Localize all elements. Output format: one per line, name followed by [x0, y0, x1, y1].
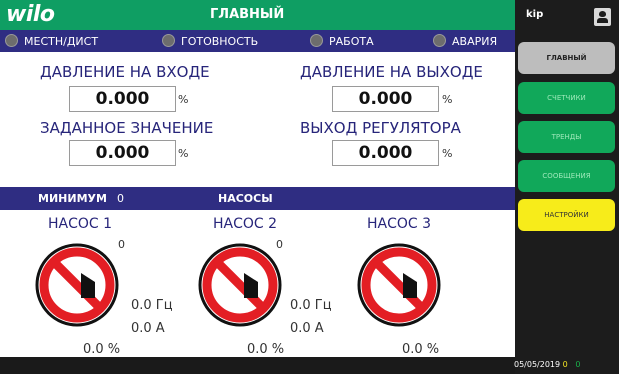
pumps-title: НАСОСЫ: [218, 192, 273, 205]
footer-value-2: 0: [575, 360, 581, 369]
status-indicator-icon: [310, 34, 323, 47]
user-icon[interactable]: [594, 8, 611, 26]
outlet-pressure-label: ДАВЛЕНИЕ НА ВЫХОДЕ: [300, 63, 483, 81]
nav-main[interactable]: ГЛАВНЫЙ: [518, 42, 615, 74]
header-bar: wilo ГЛАВНЫЙ: [0, 0, 515, 30]
regulator-output-value[interactable]: 0.000: [332, 140, 439, 166]
status-indicator-icon: [162, 34, 175, 47]
status-bar: МЕСТН/ДИСТ ГОТОВНОСТЬ РАБОТА АВАРИЯ: [0, 30, 515, 52]
minimum-label: МИНИМУМ: [38, 192, 107, 205]
outlet-pressure-value[interactable]: 0.000: [332, 86, 439, 112]
pump-3-stopped-icon[interactable]: [355, 241, 443, 329]
pump-3-percent: 0.0 %: [402, 342, 440, 357]
pump-1-percent: 0.0 %: [83, 342, 121, 357]
setpoint-unit: %: [178, 147, 189, 160]
inlet-pressure-value[interactable]: 0.000: [69, 86, 176, 112]
status-label: МЕСТН/ДИСТ: [24, 35, 99, 48]
nav-counters[interactable]: СЧЕТЧИКИ: [518, 82, 615, 114]
setpoint-label: ЗАДАННОЕ ЗНАЧЕНИЕ: [40, 119, 214, 137]
user-name: kip: [526, 9, 544, 20]
pump-2-stopped-icon[interactable]: [196, 241, 284, 329]
status-indicator-icon: [5, 34, 18, 47]
regulator-output-unit: %: [442, 147, 453, 160]
inlet-pressure-label: ДАВЛЕНИЕ НА ВХОДЕ: [40, 63, 210, 81]
pump-1-name: НАСОС 1: [48, 216, 113, 232]
status-ready: ГОТОВНОСТЬ: [162, 34, 258, 48]
footer-status: 05/05/2019 0 0: [514, 360, 580, 369]
status-local-remote: МЕСТН/ДИСТ: [5, 34, 98, 48]
status-label: ГОТОВНОСТЬ: [181, 35, 259, 48]
outlet-pressure-unit: %: [442, 93, 453, 106]
bottom-band: [0, 357, 515, 374]
status-running: РАБОТА: [310, 34, 374, 48]
status-alarm: АВАРИЯ: [433, 34, 497, 48]
nav-messages[interactable]: СООБЩЕНИЯ: [518, 160, 615, 192]
wilo-logo: wilo: [6, 2, 55, 27]
status-indicator-icon: [433, 34, 446, 47]
regulator-output-label: ВЫХОД РЕГУЛЯТОРА: [300, 119, 461, 137]
pump-1-stopped-icon[interactable]: [33, 241, 121, 329]
minimum-value: 0: [117, 192, 124, 205]
nav-settings[interactable]: НАСТРОЙКИ: [518, 199, 615, 231]
pump-2-frequency: 0.0 Гц: [290, 298, 332, 313]
pump-2-percent: 0.0 %: [247, 342, 285, 357]
status-label: АВАРИЯ: [452, 35, 498, 48]
inlet-pressure-unit: %: [178, 93, 189, 106]
main-panel: wilo ГЛАВНЫЙ МЕСТН/ДИСТ ГОТОВНОСТЬ РАБОТ…: [0, 0, 515, 374]
pump-2-current: 0.0 А: [290, 321, 324, 336]
page-title: ГЛАВНЫЙ: [210, 7, 285, 22]
setpoint-value[interactable]: 0.000: [69, 140, 176, 166]
pump-1-frequency: 0.0 Гц: [131, 298, 173, 313]
pump-1-current: 0.0 А: [131, 321, 165, 336]
status-label: РАБОТА: [329, 35, 374, 48]
footer-value-1: 0: [562, 360, 568, 369]
pumps-bar: МИНИМУМ 0 НАСОСЫ: [0, 187, 515, 210]
nav-trends[interactable]: ТРЕНДЫ: [518, 121, 615, 153]
pump-3-name: НАСОС 3: [367, 216, 432, 232]
footer-date: 05/05/2019: [514, 360, 561, 369]
pump-2-name: НАСОС 2: [213, 216, 278, 232]
